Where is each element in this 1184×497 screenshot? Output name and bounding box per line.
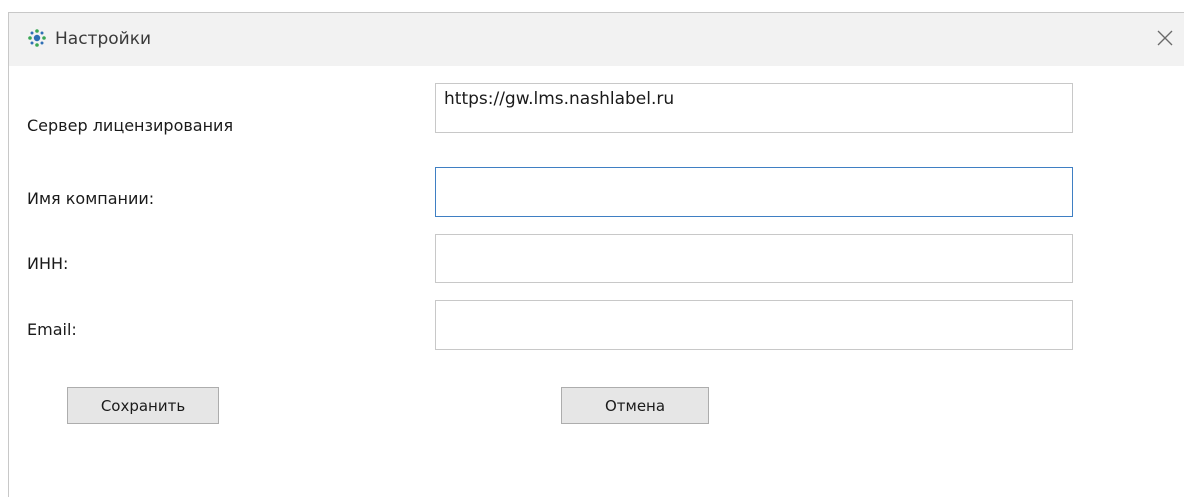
server-label: Сервер лицензирования [27, 116, 234, 135]
inn-input[interactable] [435, 234, 1073, 283]
window-title: Настройки [55, 29, 152, 49]
inn-label: ИНН: [27, 254, 69, 273]
cancel-button[interactable]: Отмена [561, 387, 709, 424]
company-label: Имя компании: [27, 189, 155, 208]
email-input[interactable] [435, 300, 1073, 350]
email-label: Email: [27, 320, 77, 339]
close-icon[interactable] [1152, 25, 1178, 51]
title-bar[interactable]: Настройки [9, 13, 1184, 66]
app-settings-icon [27, 28, 47, 48]
company-input[interactable] [435, 167, 1073, 217]
save-button[interactable]: Сохранить [67, 387, 219, 424]
server-input[interactable] [435, 83, 1073, 133]
settings-dialog: Настройки Сервер лицензирования Имя комп… [8, 12, 1184, 497]
